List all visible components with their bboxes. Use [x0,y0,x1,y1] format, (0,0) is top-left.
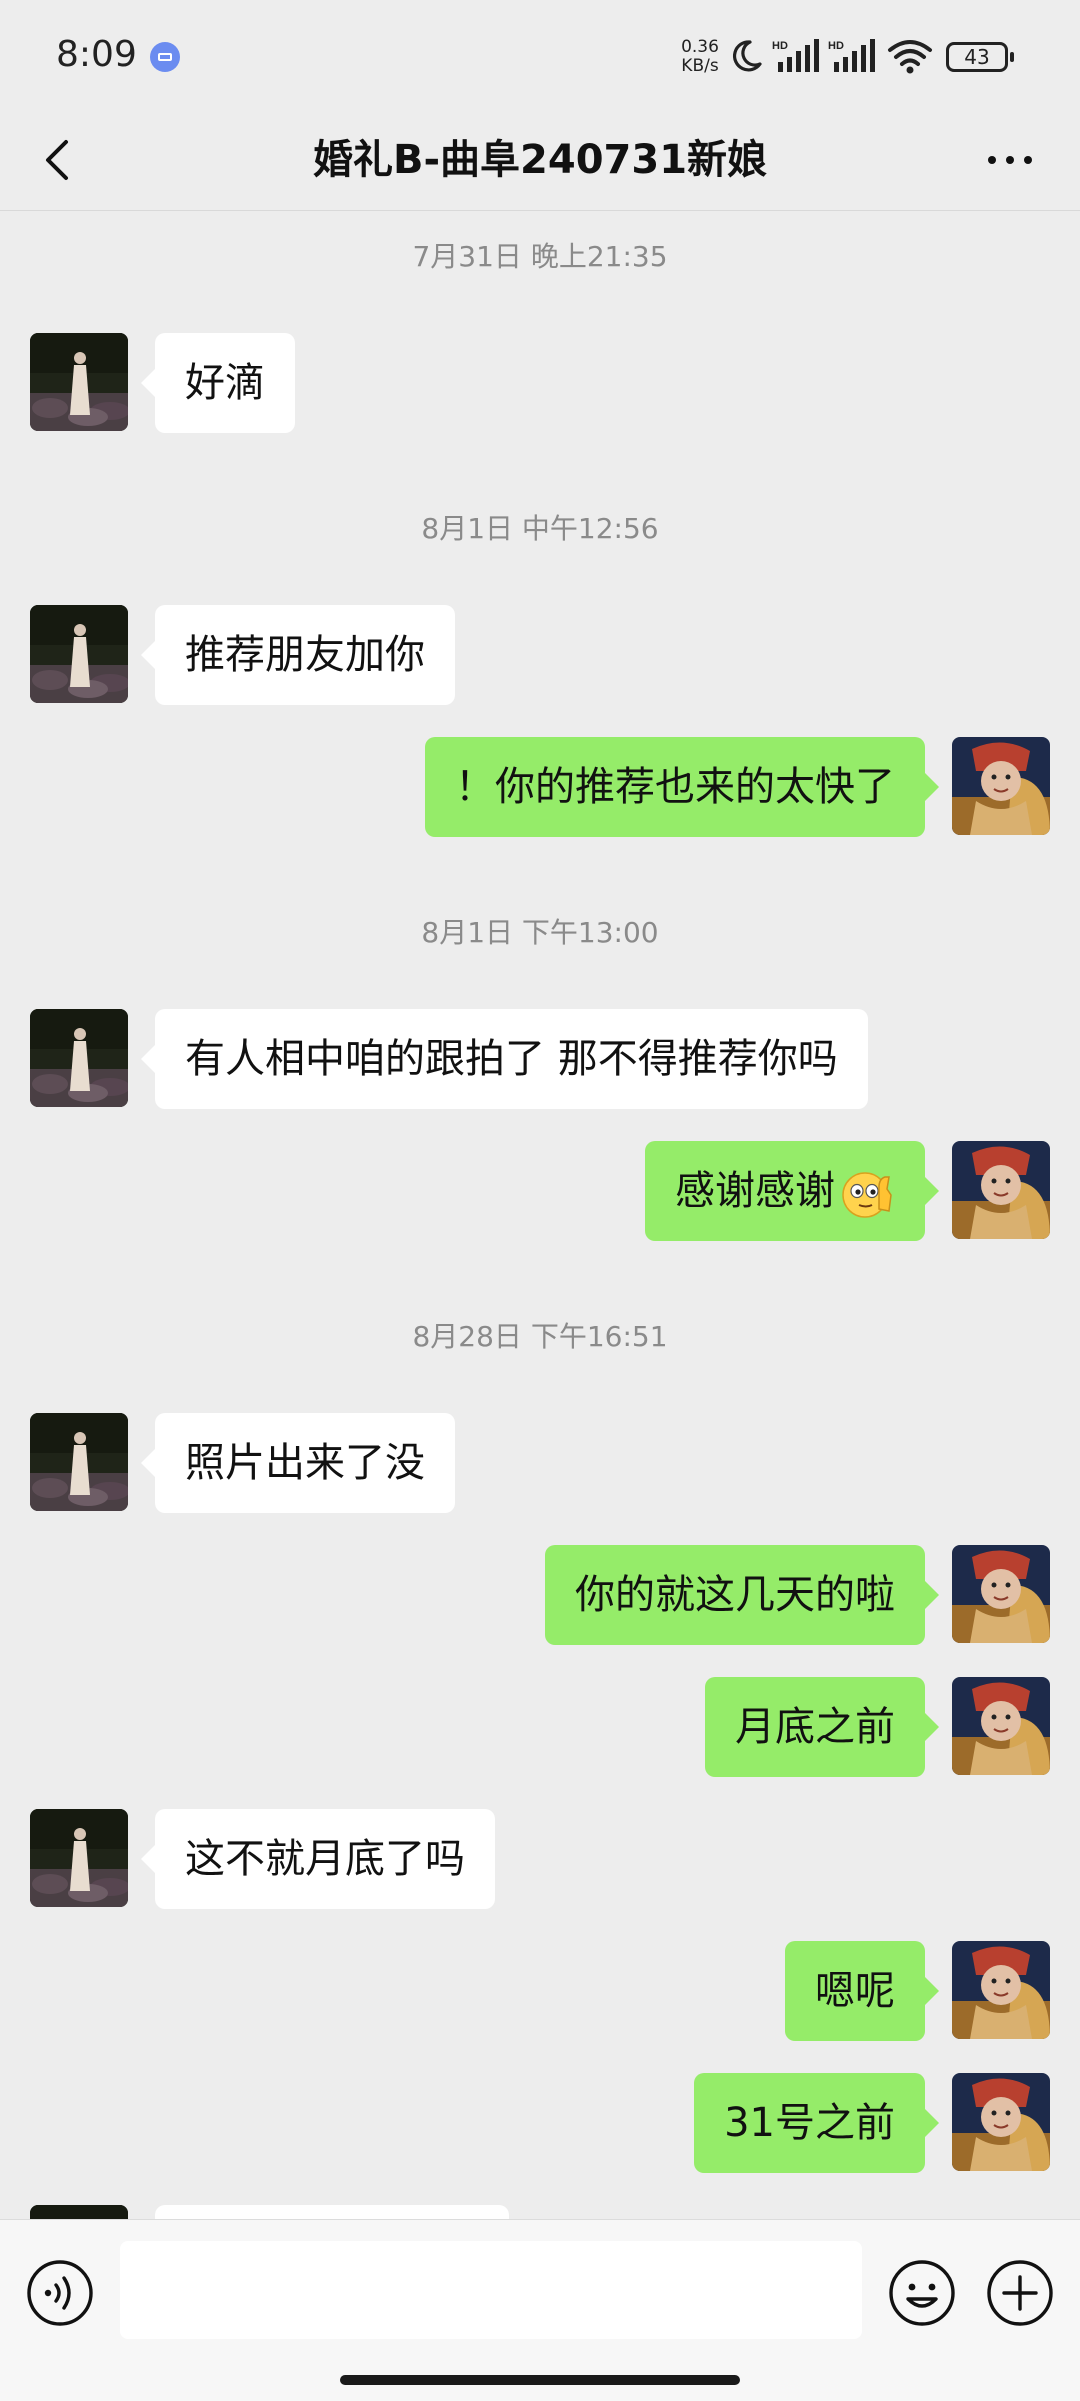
my-avatar[interactable] [952,737,1050,835]
sent-message[interactable]: ！你的推荐也来的太快了 [425,737,939,837]
network-speed-unit: KB/s [681,56,719,76]
plus-button[interactable] [986,2259,1054,2327]
moon-icon [733,40,762,72]
timestamp: 8月1日 下午13:00 [421,916,659,949]
wifi-icon [888,40,932,74]
contact-avatar[interactable] [30,2205,128,2219]
chat-title: 婚礼B-曲阜240731新娘 [312,137,768,183]
received-message[interactable]: 这不就月底了吗 [141,1809,495,1909]
my-avatar[interactable] [952,2073,1050,2171]
contact-avatar[interactable] [30,333,128,431]
svg-text:HD: HD [772,40,788,52]
received-message[interactable]: 有人相中咱的跟拍了 那不得推荐你吗 [141,1009,868,1109]
sent-message-text: 感谢感谢 [675,1168,835,1214]
contact-avatar[interactable] [30,605,128,703]
received-message[interactable]: 好滴 [141,333,295,433]
received-message[interactable]: 照片出来了没 [141,1413,455,1513]
sent-message[interactable]: 你的就这几天的啦 [545,1545,939,1645]
my-avatar[interactable] [952,1677,1050,1775]
battery-icon: 43 [946,42,1014,72]
back-button[interactable] [30,130,90,190]
my-avatar[interactable] [952,1141,1050,1239]
contact-avatar[interactable] [30,1413,128,1511]
received-message[interactable]: 推荐朋友加你 [141,605,455,705]
voice-button[interactable] [26,2259,94,2327]
app-notification-icon [150,42,180,72]
timestamp: 7月31日 晚上21:35 [412,240,668,273]
sent-message[interactable]: 感谢感谢 [645,1141,939,1241]
svg-text:HD: HD [828,40,844,52]
input-bar [0,2219,1080,2401]
more-options-button[interactable] [980,130,1040,190]
signal-hd-icon: HD [772,39,819,72]
my-avatar[interactable] [952,1545,1050,1643]
my-avatar[interactable] [952,1941,1050,2039]
sent-message[interactable]: 31号之前 [694,2073,939,2173]
network-speed-value: 0.36 [681,37,719,57]
status-bar: 8:09 0.36 KB/s HD HD 43 [0,0,1080,110]
chat-message-list[interactable]: 7月31日 晚上21:35 好滴 8月1日 中午12:56 推荐朋友加你 ！你的… [0,211,1080,2219]
contact-avatar[interactable] [30,1009,128,1107]
received-message-partial[interactable] [155,2205,509,2219]
timestamp: 8月1日 中午12:56 [421,512,659,545]
signal-hd-icon: HD [828,39,875,72]
message-input[interactable] [120,2241,862,2339]
status-time: 8:09 [56,34,137,75]
emoji-button[interactable] [888,2259,956,2327]
sent-message[interactable]: 月底之前 [705,1677,939,1777]
timestamp: 8月28日 下午16:51 [412,1320,668,1353]
contact-avatar[interactable] [30,1809,128,1907]
shy-face-emoji-icon [839,1165,895,1221]
home-indicator[interactable] [340,2375,740,2385]
chat-header: 婚礼B-曲阜240731新娘 [0,110,1080,211]
sent-message[interactable]: 嗯呢 [785,1941,939,2041]
network-speed: 0.36 KB/s [676,38,724,76]
